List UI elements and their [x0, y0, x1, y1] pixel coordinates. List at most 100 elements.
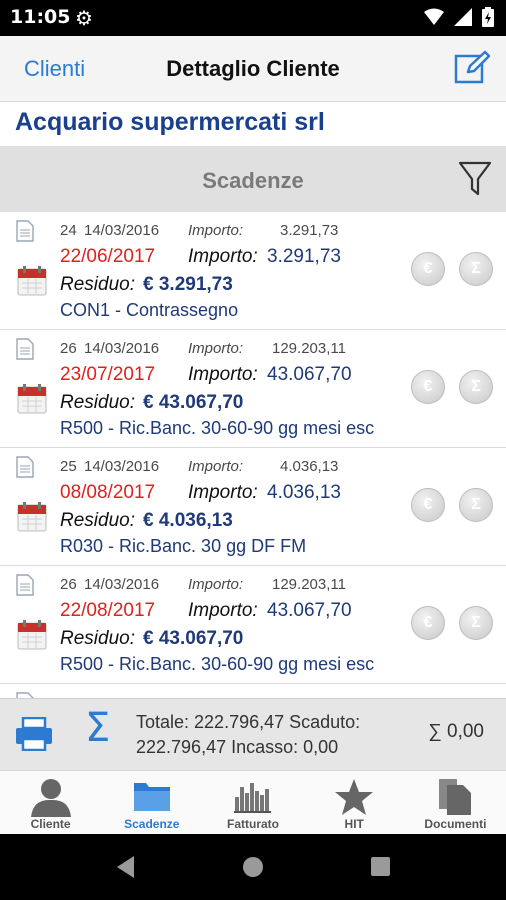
due-date: 08/08/2017 [60, 482, 156, 503]
battery-icon [482, 7, 494, 27]
totals-text: Totale: 222.796,47 Scaduto: 222.796,47 I… [136, 710, 396, 760]
doc-importo: 3.291,73 [280, 222, 339, 239]
sigma-button[interactable]: Σ [459, 370, 493, 404]
tab-label: Scadenze [124, 817, 180, 831]
due-importo-label: Importo: [188, 246, 258, 267]
list-item[interactable]: 25 14/03/2016 Importo: 4.036,13 08/08/201… [0, 448, 506, 566]
signal-icon [454, 8, 472, 26]
euro-button[interactable]: € [411, 252, 445, 286]
doc-importo: 4.036,13 [280, 458, 339, 475]
document-line: 26 14/03/2016 Importo: 129.203,11 [60, 340, 346, 357]
due-importo: 43.067,70 [267, 600, 352, 621]
residuo-label: Residuo: [60, 628, 135, 649]
tab-label: HIT [344, 817, 364, 831]
doc-number: 26 [60, 340, 77, 357]
documents-icon [439, 779, 472, 815]
star-icon [335, 779, 374, 815]
tab-label: Cliente [30, 817, 71, 831]
list-item[interactable] [0, 684, 506, 698]
home-circle-icon[interactable] [243, 857, 263, 877]
tab-cliente[interactable]: Cliente [0, 771, 101, 834]
due-date: 22/08/2017 [60, 600, 156, 621]
doc-importo-label: Importo: [188, 576, 244, 593]
client-name: Acquario supermercati srl [15, 108, 325, 136]
tab-scadenze[interactable]: Scadenze [101, 771, 202, 834]
residuo-value: € 43.067,70 [143, 628, 244, 649]
calendar-icon [17, 266, 47, 296]
tab-bar: Cliente Scadenze Fatturato HIT Documenti [0, 770, 506, 834]
doc-importo: 129.203,11 [272, 576, 346, 593]
totals-line-1: Totale: 222.796,47 Scaduto: [136, 712, 361, 732]
euro-button[interactable]: € [411, 370, 445, 404]
residuo-label: Residuo: [60, 274, 135, 295]
calendar-icon [17, 384, 47, 414]
doc-number: 24 [60, 222, 77, 239]
status-bar: 11:05 ⚙ [0, 0, 506, 36]
residuo-line: Residuo: € 4.036,13 [60, 510, 233, 532]
doc-date: 14/03/2016 [84, 340, 160, 357]
payment-terms: R030 - Ric.Banc. 30 gg DF FM [60, 536, 307, 556]
system-navigation-bar [0, 834, 506, 900]
due-importo-label: Importo: [188, 364, 258, 385]
totals-line-2: 222.796,47 Incasso: 0,00 [136, 737, 339, 757]
sigma-button[interactable]: Σ [459, 606, 493, 640]
edit-icon[interactable] [454, 50, 490, 86]
euro-button[interactable]: € [411, 488, 445, 522]
gear-icon: ⚙ [75, 8, 93, 30]
navigation-bar: Clienti Dettaglio Cliente [0, 36, 506, 102]
sigma-button[interactable]: Σ [459, 488, 493, 522]
due-line: 22/06/2017 Importo: 3.291,73 [60, 246, 341, 268]
residuo-value: € 3.291,73 [143, 274, 233, 295]
wifi-icon [424, 8, 444, 25]
payment-terms: R500 - Ric.Banc. 30-60-90 gg mesi esc [60, 418, 375, 438]
printer-icon[interactable] [15, 717, 53, 751]
due-importo: 4.036,13 [267, 482, 341, 503]
due-line: 08/08/2017 Importo: 4.036,13 [60, 482, 341, 504]
doc-date: 14/03/2016 [84, 458, 160, 475]
list-item[interactable]: 26 14/03/2016 Importo: 129.203,11 22/08/2… [0, 566, 506, 684]
recents-square-icon[interactable] [371, 857, 390, 876]
back-triangle-icon[interactable] [116, 855, 136, 879]
bar-chart-icon [234, 783, 271, 813]
residuo-label: Residuo: [60, 392, 135, 413]
doc-date: 14/03/2016 [84, 576, 160, 593]
doc-number: 25 [60, 458, 77, 475]
tab-hit[interactable]: HIT [304, 771, 405, 834]
section-header: Scadenze [0, 146, 506, 212]
due-importo-label: Importo: [188, 482, 258, 503]
calendar-icon [17, 502, 47, 532]
document-icon [16, 456, 34, 478]
document-icon [16, 574, 34, 596]
sigma-button[interactable]: Σ [459, 252, 493, 286]
residuo-line: Residuo: € 3.291,73 [60, 274, 233, 296]
residuo-value: € 4.036,13 [143, 510, 233, 531]
due-importo-label: Importo: [188, 600, 258, 621]
residuo-value: € 43.067,70 [143, 392, 244, 413]
residuo-line: Residuo: € 43.067,70 [60, 392, 243, 414]
doc-importo-label: Importo: [188, 458, 244, 475]
list-item[interactable]: 26 14/03/2016 Importo: 129.203,11 23/07/2… [0, 330, 506, 448]
residuo-label: Residuo: [60, 510, 135, 531]
euro-button[interactable]: € [411, 606, 445, 640]
doc-date: 14/03/2016 [84, 222, 160, 239]
payment-terms: R500 - Ric.Banc. 30-60-90 gg mesi esc [60, 654, 375, 674]
person-icon [30, 779, 71, 817]
document-icon [16, 338, 34, 360]
selected-sum: ∑ 0,00 [428, 721, 484, 742]
tab-label: Documenti [424, 817, 487, 831]
sigma-icon[interactable]: Σ [85, 705, 110, 751]
doc-number: 26 [60, 576, 77, 593]
due-date: 23/07/2017 [60, 364, 156, 385]
status-icons [424, 7, 494, 27]
calendar-icon [17, 620, 47, 650]
filter-icon[interactable] [458, 160, 492, 198]
tab-fatturato[interactable]: Fatturato [202, 771, 303, 834]
list-item[interactable]: 24 14/03/2016 Importo: 3.291,73 22/06/201… [0, 212, 506, 330]
tab-documenti[interactable]: Documenti [405, 771, 506, 834]
section-title: Scadenze [202, 168, 304, 193]
payment-terms: CON1 - Contrassegno [60, 300, 239, 320]
page-title: Dettaglio Cliente [166, 56, 340, 81]
document-line: 24 14/03/2016 Importo: 3.291,73 [60, 222, 338, 239]
scadenze-list[interactable]: 24 14/03/2016 Importo: 3.291,73 22/06/201… [0, 212, 506, 698]
status-time: 11:05 [10, 6, 71, 28]
